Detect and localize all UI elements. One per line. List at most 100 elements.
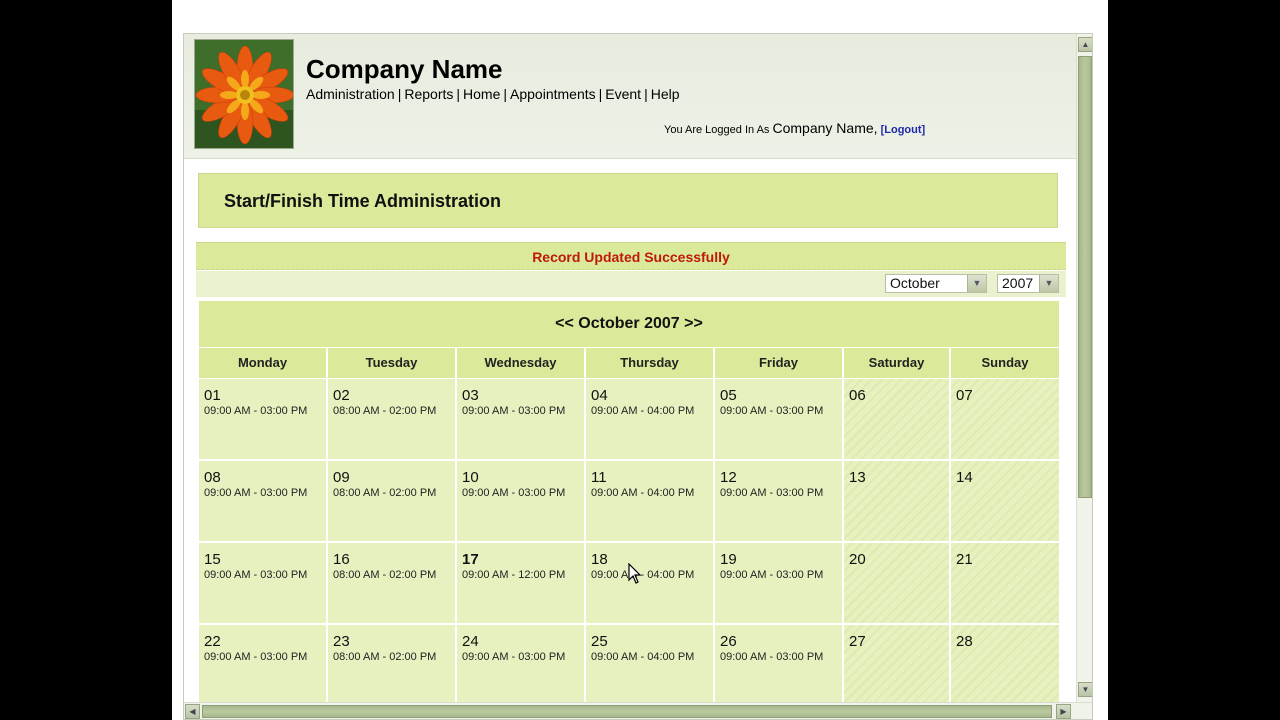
calendar-day-cell[interactable]: 21	[951, 543, 1059, 623]
day-number: 16	[333, 551, 350, 568]
weekday-header: Saturday	[844, 348, 949, 378]
time-range[interactable]: 09:00 AM - 12:00 PM	[462, 569, 565, 581]
calendar-day-cell[interactable]: 15 09:00 AM - 03:00 PM	[199, 543, 326, 623]
weekday-header: Sunday	[951, 348, 1059, 378]
calendar-day-cell[interactable]: 04 09:00 AM - 04:00 PM	[586, 379, 713, 459]
time-range[interactable]: 09:00 AM - 03:00 PM	[204, 569, 307, 581]
time-range[interactable]: 09:00 AM - 03:00 PM	[204, 405, 307, 417]
weekday-header: Friday	[715, 348, 842, 378]
nav-event[interactable]: Event	[605, 86, 641, 102]
time-range[interactable]: 09:00 AM - 03:00 PM	[720, 405, 823, 417]
time-range[interactable]: 09:00 AM - 04:00 PM	[591, 487, 694, 499]
company-name: Company Name	[306, 54, 503, 84]
day-number: 09	[333, 469, 350, 486]
calendar-day-cell[interactable]: 12 09:00 AM - 03:00 PM	[715, 461, 842, 541]
calendar-day-cell[interactable]: 26 09:00 AM - 03:00 PM	[715, 625, 842, 705]
nav-reports[interactable]: Reports	[404, 86, 453, 102]
day-number: 03	[462, 387, 479, 404]
calendar-day-cell[interactable]: 23 08:00 AM - 02:00 PM	[328, 625, 455, 705]
day-number: 14	[956, 469, 973, 486]
time-range[interactable]: 08:00 AM - 02:00 PM	[333, 569, 436, 581]
calendar-day-cell[interactable]: 24 09:00 AM - 03:00 PM	[457, 625, 584, 705]
calendar-day-cell[interactable]: 11 09:00 AM - 04:00 PM	[586, 461, 713, 541]
company-logo	[194, 39, 294, 149]
day-number: 20	[849, 551, 866, 568]
login-user: Company Name,	[772, 120, 878, 136]
day-number: 28	[956, 633, 973, 650]
nav-appointments[interactable]: Appointments	[510, 86, 596, 102]
calendar-day-cell[interactable]: 07	[951, 379, 1059, 459]
month-calendar: << October 2007 >> Monday Tuesday Wednesda…	[199, 301, 1059, 719]
calendar-day-cell[interactable]: 17 09:00 AM - 12:00 PM	[457, 543, 584, 623]
calendar-header: << October 2007 >>	[199, 301, 1059, 347]
calendar-day-cell[interactable]: 02 08:00 AM - 02:00 PM	[328, 379, 455, 459]
year-select[interactable]: 2007 ▼	[997, 274, 1059, 293]
day-number: 04	[591, 387, 608, 404]
calendar-day-cell[interactable]: 25 09:00 AM - 04:00 PM	[586, 625, 713, 705]
time-range[interactable]: 09:00 AM - 03:00 PM	[462, 405, 565, 417]
nav-administration[interactable]: Administration	[306, 86, 395, 102]
calendar-day-cell[interactable]: 09 08:00 AM - 02:00 PM	[328, 461, 455, 541]
day-number: 13	[849, 469, 866, 486]
nav-separator: |	[598, 86, 603, 102]
calendar-day-cell[interactable]: 16 08:00 AM - 02:00 PM	[328, 543, 455, 623]
nav-home[interactable]: Home	[463, 86, 500, 102]
calendar-day-cell[interactable]: 08 09:00 AM - 03:00 PM	[199, 461, 326, 541]
day-number: 10	[462, 469, 479, 486]
day-number: 07	[956, 387, 973, 404]
calendar-day-cell[interactable]: 22 09:00 AM - 03:00 PM	[199, 625, 326, 705]
top-navigation: Administration | Reports | Home | Appointments…	[306, 86, 680, 102]
date-selector-row: October ▼ 2007 ▼	[196, 271, 1066, 297]
month-select[interactable]: October ▼	[885, 274, 987, 293]
time-range[interactable]: 09:00 AM - 04:00 PM	[591, 569, 694, 581]
calendar-day-cell[interactable]: 14	[951, 461, 1059, 541]
vertical-scrollbar[interactable]: ▲ ▼	[1076, 34, 1092, 702]
title-bar: Start/Finish Time Administration	[198, 173, 1058, 228]
day-number: 18	[591, 551, 608, 568]
calendar-day-cell[interactable]: 06	[844, 379, 949, 459]
weekday-header: Thursday	[586, 348, 713, 378]
vertical-scroll-thumb[interactable]	[1078, 56, 1092, 498]
time-range[interactable]: 09:00 AM - 03:00 PM	[720, 487, 823, 499]
chevron-down-icon[interactable]: ▼	[1039, 275, 1058, 292]
time-range[interactable]: 08:00 AM - 02:00 PM	[333, 405, 436, 417]
month-select-value: October	[890, 275, 940, 291]
calendar-day-cell[interactable]: 19 09:00 AM - 03:00 PM	[715, 543, 842, 623]
scroll-down-icon[interactable]: ▼	[1078, 682, 1092, 697]
calendar-day-cell[interactable]: 20	[844, 543, 949, 623]
chevron-down-icon[interactable]: ▼	[967, 275, 986, 292]
horizontal-scrollbar[interactable]: ◀ ▶	[184, 702, 1092, 719]
time-range[interactable]: 09:00 AM - 03:00 PM	[720, 651, 823, 663]
nav-separator: |	[456, 86, 461, 102]
main-content: Start/Finish Time Administration Record …	[184, 159, 1076, 719]
day-number: 11	[591, 469, 607, 486]
calendar-day-cell[interactable]: 18 09:00 AM - 04:00 PM	[586, 543, 713, 623]
calendar-day-cell[interactable]: 28	[951, 625, 1059, 705]
nav-help[interactable]: Help	[651, 86, 680, 102]
calendar-month-nav[interactable]: << October 2007 >>	[555, 315, 703, 332]
time-range[interactable]: 08:00 AM - 02:00 PM	[333, 487, 436, 499]
logout-link[interactable]: [Logout]	[881, 124, 926, 136]
time-range[interactable]: 08:00 AM - 02:00 PM	[333, 651, 436, 663]
calendar-day-cell[interactable]: 27	[844, 625, 949, 705]
scroll-left-icon[interactable]: ◀	[185, 704, 200, 719]
horizontal-scroll-thumb[interactable]	[202, 705, 1052, 718]
calendar-day-cell[interactable]: 13	[844, 461, 949, 541]
calendar-day-cell[interactable]: 01 09:00 AM - 03:00 PM	[199, 379, 326, 459]
time-range[interactable]: 09:00 AM - 03:00 PM	[204, 651, 307, 663]
scroll-up-icon[interactable]: ▲	[1078, 37, 1092, 52]
time-range[interactable]: 09:00 AM - 04:00 PM	[591, 651, 694, 663]
year-select-value: 2007	[1002, 275, 1034, 291]
time-range[interactable]: 09:00 AM - 03:00 PM	[462, 651, 565, 663]
time-range[interactable]: 09:00 AM - 03:00 PM	[462, 487, 565, 499]
calendar-day-cell[interactable]: 03 09:00 AM - 03:00 PM	[457, 379, 584, 459]
time-range[interactable]: 09:00 AM - 03:00 PM	[204, 487, 307, 499]
day-number: 26	[720, 633, 737, 650]
weekday-header: Monday	[199, 348, 326, 378]
calendar-day-cell[interactable]: 05 09:00 AM - 03:00 PM	[715, 379, 842, 459]
day-number: 08	[204, 469, 221, 486]
time-range[interactable]: 09:00 AM - 04:00 PM	[591, 405, 694, 417]
time-range[interactable]: 09:00 AM - 03:00 PM	[720, 569, 823, 581]
scroll-right-icon[interactable]: ▶	[1056, 704, 1071, 719]
calendar-day-cell[interactable]: 10 09:00 AM - 03:00 PM	[457, 461, 584, 541]
